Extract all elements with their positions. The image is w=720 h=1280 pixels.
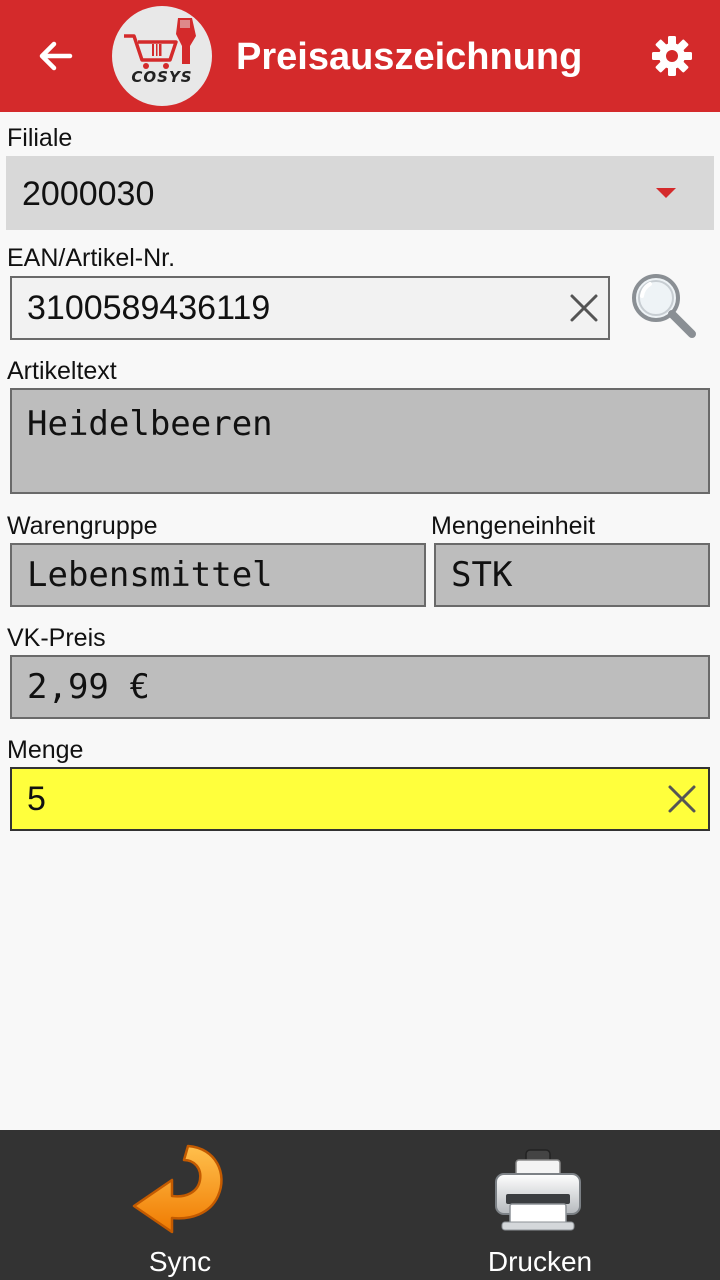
vk-preis-value: 2,99 € (27, 667, 150, 707)
back-button[interactable] (26, 26, 86, 86)
artikeltext-field: Heidelbeeren (10, 388, 710, 494)
artikeltext-label: Artikeltext (7, 357, 117, 385)
sync-arrow-icon (132, 1144, 223, 1234)
printer-icon (495, 1149, 581, 1231)
search-button[interactable] (628, 270, 700, 342)
close-icon (570, 294, 598, 322)
search-icon (632, 274, 696, 338)
vk-preis-label: VK-Preis (7, 624, 106, 652)
bottom-action-bar: Sync Drucken (0, 1130, 720, 1280)
shopping-cart-scanner-icon (124, 18, 196, 69)
gear-icon (652, 36, 692, 76)
arrow-back-icon (39, 41, 73, 71)
sync-label: Sync (148, 1246, 212, 1277)
dropdown-caret-icon (656, 188, 676, 198)
filiale-label: Filiale (7, 124, 73, 152)
menge-label: Menge (7, 736, 84, 764)
ean-value: 3100589436119 (27, 289, 271, 327)
warengruppe-field: Lebensmittel (10, 543, 426, 607)
filiale-select[interactable]: 2000030 (6, 156, 714, 230)
settings-button[interactable] (642, 26, 702, 86)
sync-button[interactable]: Sync (0, 1130, 360, 1280)
print-label: Drucken (487, 1246, 593, 1277)
mengeneinheit-value: STK (451, 555, 513, 595)
vk-preis-field: 2,99 € (10, 655, 710, 719)
close-icon (668, 785, 696, 813)
page-title: Preisauszeichnung (236, 36, 583, 78)
warengruppe-value: Lebensmittel (27, 555, 273, 595)
menge-input[interactable]: 5 (10, 767, 710, 831)
mengeneinheit-field: STK (434, 543, 710, 607)
ean-clear-button[interactable] (564, 288, 604, 328)
ean-label: EAN/Artikel-Nr. (7, 244, 176, 272)
app-logo: COSYS (112, 6, 212, 106)
ean-input[interactable]: 3100589436119 (10, 276, 610, 340)
artikeltext-value: Heidelbeeren (27, 404, 273, 444)
menge-value: 5 (27, 780, 46, 818)
print-button[interactable]: Drucken (360, 1130, 720, 1280)
app-bar: COSYS Preisauszeichnung (0, 0, 720, 112)
filiale-value: 2000030 (22, 175, 155, 213)
menge-clear-button[interactable] (662, 779, 702, 819)
logo-text: COSYS (131, 68, 193, 86)
warengruppe-label: Warengruppe (7, 512, 158, 540)
mengeneinheit-label: Mengeneinheit (431, 512, 596, 540)
